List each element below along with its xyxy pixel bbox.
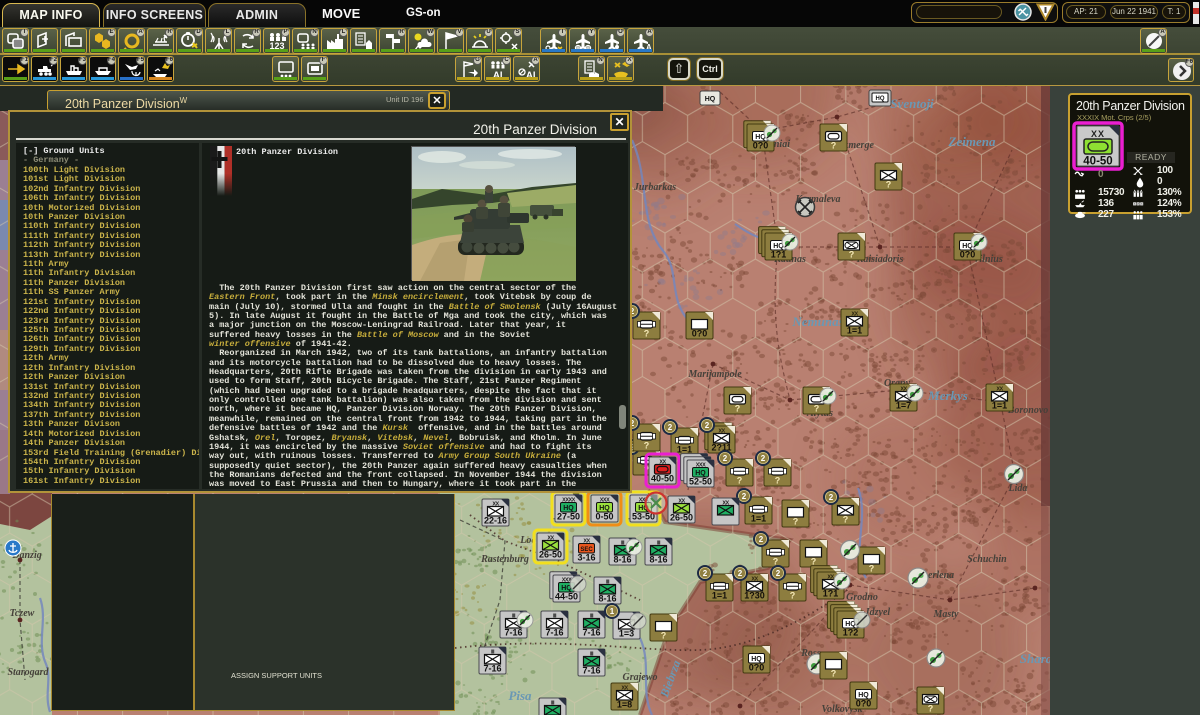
svg-text:Marijampole: Marijampole [687,369,742,380]
svg-text:1?30: 1?30 [744,591,765,601]
svg-text:Merkys: Merkys [927,388,968,403]
svg-text:0?0: 0?0 [692,329,708,339]
svg-text:2: 2 [705,421,710,430]
svg-text:7-16: 7-16 [582,628,600,638]
svg-text:8-16: 8-16 [613,555,631,565]
svg-text:3-16: 3-16 [577,553,595,563]
svg-text:1=7: 1=7 [896,401,911,411]
svg-text:1=1: 1=1 [712,591,727,601]
svg-text:?: ? [869,564,875,574]
svg-text:1?1: 1?1 [771,250,787,260]
svg-text:?: ? [735,404,741,414]
svg-text:?: ? [849,250,855,260]
svg-text:?: ? [793,517,799,527]
svg-text:2: 2 [761,454,766,463]
svg-text:0?0: 0?0 [749,663,765,673]
svg-text:2: 2 [738,569,743,578]
svg-text:22-16: 22-16 [484,516,507,526]
svg-text:?: ? [773,557,779,567]
svg-text:?: ? [831,669,837,679]
svg-text:Schuchin: Schuchin [967,554,1007,565]
svg-text:Zeimena: Zeimena [948,134,996,149]
svg-text:?: ? [661,631,667,641]
svg-text:?: ? [737,476,743,486]
svg-text:8-16: 8-16 [598,594,616,604]
svg-text:8-16: 8-16 [649,555,667,565]
svg-text:40-50: 40-50 [651,474,674,484]
svg-text:?: ? [775,476,781,486]
svg-text:XX: XX [1091,129,1105,139]
svg-text:1=1: 1=1 [751,514,766,524]
svg-text:?: ? [811,557,817,567]
svg-text:7-16: 7-16 [504,628,522,638]
svg-text:1?2: 1?2 [843,628,859,638]
svg-text:2: 2 [668,423,673,432]
svg-text:Sventoji: Sventoji [890,96,934,111]
svg-text:?: ? [831,141,837,151]
svg-text:HQ: HQ [705,96,716,103]
svg-text:1=3: 1=3 [619,629,634,639]
svg-text:1: 1 [610,607,615,616]
svg-text:0?0: 0?0 [960,250,976,260]
svg-text:2: 2 [759,535,764,544]
svg-text:1=1: 1=1 [992,401,1007,411]
svg-text:44-50: 44-50 [555,592,578,602]
svg-text:Grajewo: Grajewo [623,672,658,683]
svg-text:HQ: HQ [876,96,885,102]
svg-text:1=1: 1=1 [847,326,862,336]
svg-text:7-16: 7-16 [545,628,563,638]
svg-text:?: ? [928,704,934,714]
svg-text:26-50: 26-50 [670,513,693,523]
svg-text:?: ? [886,180,892,190]
svg-text:Shara: Shara [1020,651,1053,666]
svg-text:2: 2 [723,454,728,463]
svg-text:?: ? [644,329,650,339]
svg-text:2: 2 [742,492,747,501]
svg-text:Pisa: Pisa [508,688,532,703]
svg-text:Lida: Lida [1008,483,1028,494]
svg-text:Rastenburg: Rastenburg [480,554,529,565]
svg-text:1=8: 1=8 [617,700,632,710]
svg-text:1?1: 1?1 [823,589,839,599]
svg-text:0-50: 0-50 [595,512,613,522]
svg-text:2: 2 [776,569,781,578]
svg-text:Tczew: Tczew [10,608,35,619]
svg-text:?: ? [814,404,820,414]
svg-text:2: 2 [703,569,708,578]
svg-text:?: ? [843,515,849,525]
svg-text:?: ? [644,441,650,451]
svg-text:26-50: 26-50 [539,550,562,560]
svg-text:Masty: Masty [933,609,960,620]
svg-text:Starogard: Starogard [7,667,49,678]
svg-text:2: 2 [829,493,834,502]
svg-text:?: ? [790,591,796,601]
svg-text:0?0: 0?0 [856,699,872,709]
svg-text:1=1: 1=1 [677,445,692,455]
svg-text:27-50: 27-50 [557,512,580,522]
svg-text:Nemunas: Nemunas [791,314,843,329]
svg-text:7-16: 7-16 [582,666,600,676]
svg-text:52-50: 52-50 [689,477,712,487]
svg-text:7-16: 7-16 [483,664,501,674]
svg-text:0?0: 0?0 [753,141,769,151]
svg-text:Jurbarkas: Jurbarkas [633,182,676,193]
